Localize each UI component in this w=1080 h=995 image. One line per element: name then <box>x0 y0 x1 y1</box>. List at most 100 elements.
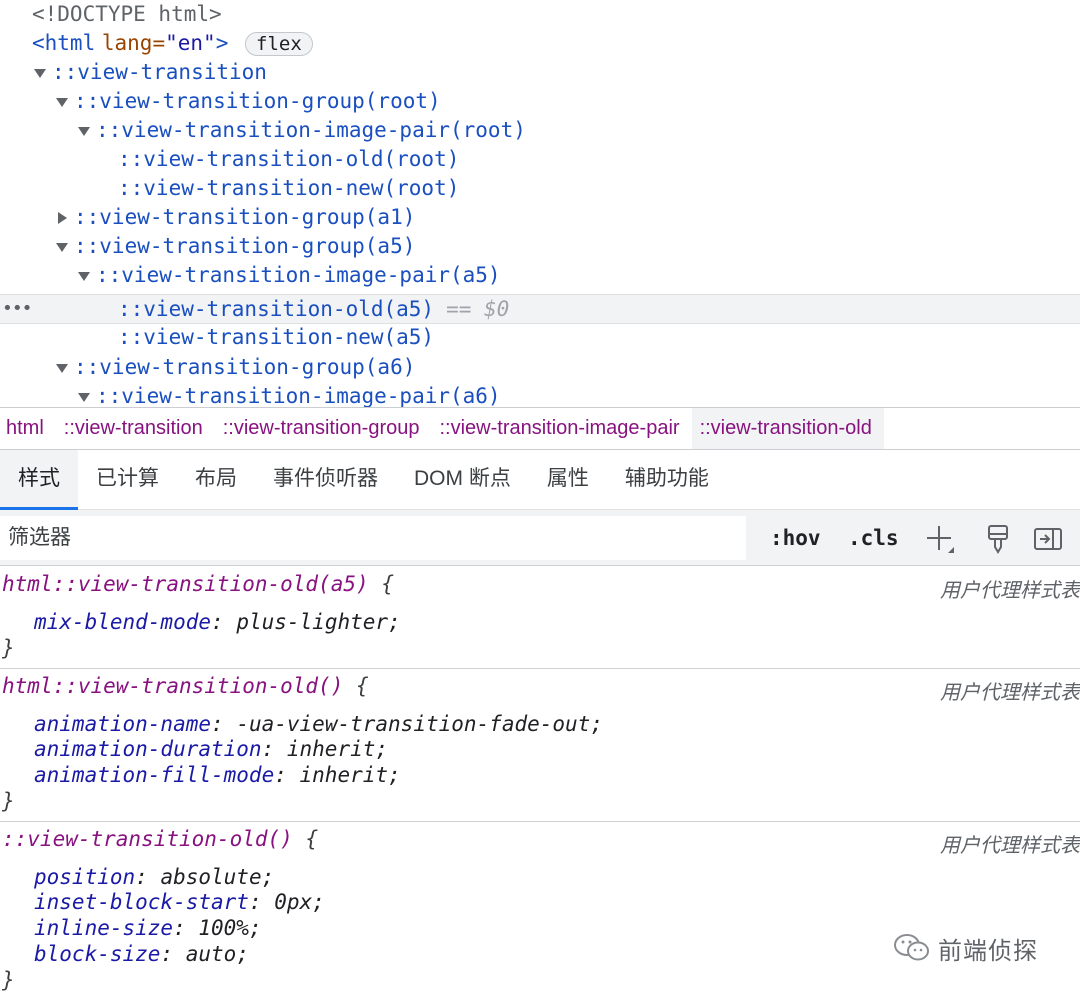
declaration-property: animation-fill-mode <box>34 763 274 787</box>
tree-node-label: ::view-transition-group(a5) <box>74 234 415 258</box>
declaration[interactable]: animation-duration: inherit; <box>34 737 388 761</box>
declaration-value: 100% <box>198 916 249 940</box>
declaration[interactable]: inline-size: 100%; <box>34 916 262 940</box>
rule-selector-text: html::view-transition-old() <box>2 674 343 698</box>
declaration-value: inherit <box>287 737 376 761</box>
rule-open-brace: { <box>305 827 318 851</box>
tree-node-label: ::view-transition-group(root) <box>74 89 441 113</box>
declaration-property: inline-size <box>34 916 173 940</box>
declaration-property: position <box>34 865 135 889</box>
watermark-text: 前端侦探 <box>938 931 1038 966</box>
watermark: 前端侦探 <box>892 928 1038 968</box>
breadcrumb-item-image-pair[interactable]: ::view-transition-image-pair <box>431 408 691 449</box>
tree-row-image-pair-a6[interactable]: ::view-transition-image-pair(a6) <box>0 382 1080 407</box>
hov-button[interactable]: :hov <box>770 510 821 566</box>
rule-selector[interactable]: html::view-transition-old() { <box>2 674 369 698</box>
rule-open-brace: { <box>356 674 369 698</box>
paint-brush-icon[interactable] <box>982 523 1014 555</box>
rule-origin: 用户代理样式表 <box>940 574 1080 603</box>
tree-row-new-root[interactable]: ::view-transition-new(root) <box>0 174 1080 203</box>
tree-row-group-a6[interactable]: ::view-transition-group(a6) <box>0 353 1080 382</box>
html-tag-open: <html <box>32 31 95 55</box>
tree-row-old-root[interactable]: ::view-transition-old(root) <box>0 145 1080 174</box>
tree-node-label: ::view-transition-image-pair(root) <box>96 118 526 142</box>
tree-row-old-a5-selected[interactable]: ••• ::view-transition-old(a5) == $0 <box>0 294 1080 324</box>
cls-button[interactable]: .cls <box>848 510 899 566</box>
lang-attr-value: "en" <box>165 31 216 55</box>
expand-triangle-icon[interactable] <box>56 98 68 107</box>
breadcrumb: html ::view-transition ::view-transition… <box>0 407 1080 450</box>
tree-node-label: ::view-transition <box>52 60 267 84</box>
collapse-triangle-icon[interactable] <box>58 212 67 224</box>
breadcrumb-item-old[interactable]: ::view-transition-old <box>692 408 884 449</box>
sidebar-tabs: 样式 已计算 布局 事件侦听器 DOM 断点 属性 辅助功能 <box>0 450 1080 510</box>
breadcrumb-item-group[interactable]: ::view-transition-group <box>215 408 432 449</box>
tree-row-image-pair-a5[interactable]: ::view-transition-image-pair(a5) <box>0 261 1080 290</box>
html-node[interactable]: <html lang="en"> flex <box>0 29 1080 58</box>
declaration-value: absolute <box>160 865 261 889</box>
declaration-property: animation-duration <box>34 737 262 761</box>
lang-attr-name: lang <box>102 31 153 55</box>
breadcrumb-item-view-transition[interactable]: ::view-transition <box>56 408 215 449</box>
rule-selector-text: html::view-transition-old(a5) <box>2 572 369 596</box>
declaration[interactable]: animation-name: -ua-view-transition-fade… <box>34 712 603 736</box>
new-rule-plus-icon[interactable] <box>924 523 956 555</box>
tree-row-group-a1[interactable]: ::view-transition-group(a1) <box>0 203 1080 232</box>
declaration[interactable]: position: absolute; <box>34 865 274 889</box>
style-rule: html::view-transition-old(a5) { 用户代理样式表 … <box>0 566 1080 669</box>
wechat-logo-icon <box>892 932 932 964</box>
tree-row-group-root[interactable]: ::view-transition-group(root) <box>0 87 1080 116</box>
rule-selector[interactable]: html::view-transition-old(a5) { <box>2 572 394 596</box>
declaration[interactable]: animation-fill-mode: inherit; <box>34 763 401 787</box>
tab-properties[interactable]: 属性 <box>529 450 607 509</box>
tab-styles[interactable]: 样式 <box>0 450 78 509</box>
tab-computed[interactable]: 已计算 <box>78 450 177 509</box>
declaration[interactable]: block-size: auto; <box>34 942 249 966</box>
html-tag-close: > <box>216 31 229 55</box>
expand-triangle-icon[interactable] <box>78 272 90 281</box>
tab-event-listeners[interactable]: 事件侦听器 <box>255 450 396 509</box>
style-rule: html::view-transition-old() { 用户代理样式表 an… <box>0 669 1080 822</box>
rule-origin: 用户代理样式表 <box>940 676 1080 705</box>
rule-close-brace: } <box>2 636 15 660</box>
tree-node-label: ::view-transition-group(a1) <box>74 205 415 229</box>
expand-triangle-icon[interactable] <box>56 364 68 373</box>
toggle-sidebar-icon[interactable] <box>1032 523 1064 555</box>
rule-selector[interactable]: ::view-transition-old() { <box>2 827 318 851</box>
tree-row-image-pair-root[interactable]: ::view-transition-image-pair(root) <box>0 116 1080 145</box>
rule-open-brace: { <box>381 572 394 596</box>
expand-triangle-icon[interactable] <box>56 243 68 252</box>
tree-node-label: ::view-transition-image-pair(a6) <box>96 384 501 407</box>
tab-layout[interactable]: 布局 <box>177 450 255 509</box>
tree-row-new-a5[interactable]: ::view-transition-new(a5) <box>0 323 1080 352</box>
declaration[interactable]: mix-blend-mode: plus-lighter; <box>34 610 401 634</box>
declaration-property: inset-block-start <box>34 890 249 914</box>
tree-node-label: ::view-transition-old(a5) <box>118 297 434 321</box>
tree-node-label: ::view-transition-new(root) <box>118 176 459 200</box>
tree-node-label: ::view-transition-group(a6) <box>74 355 415 379</box>
elements-tree: <!DOCTYPE html> <html lang="en"> flex ::… <box>0 0 1080 407</box>
doctype-text: <!DOCTYPE html> <box>32 2 222 26</box>
rule-close-brace: } <box>2 789 15 813</box>
declaration[interactable]: inset-block-start: 0px; <box>34 890 325 914</box>
tree-row-group-a5[interactable]: ::view-transition-group(a5) <box>0 232 1080 261</box>
declaration-value: -ua-view-transition-fade-out <box>236 712 590 736</box>
declaration-value: auto <box>186 942 237 966</box>
filter-input[interactable] <box>0 516 746 560</box>
flex-badge[interactable]: flex <box>245 32 313 56</box>
breadcrumb-item-html[interactable]: html <box>0 408 56 449</box>
rule-selector-text: ::view-transition-old() <box>2 827 293 851</box>
declaration-property: animation-name <box>34 712 211 736</box>
console-ref-label: == $0 <box>446 297 509 321</box>
expand-triangle-icon[interactable] <box>78 393 90 402</box>
declaration-property: mix-blend-mode <box>34 610 211 634</box>
tab-dom-breakpoints[interactable]: DOM 断点 <box>396 450 529 509</box>
expand-triangle-icon[interactable] <box>34 69 46 78</box>
row-menu-dots[interactable]: ••• <box>2 295 32 323</box>
tab-accessibility[interactable]: 辅助功能 <box>607 450 727 509</box>
declaration-value: plus-lighter <box>236 610 388 634</box>
expand-triangle-icon[interactable] <box>78 127 90 136</box>
lang-attr-eq: = <box>152 31 165 55</box>
tree-row-view-transition[interactable]: ::view-transition <box>0 58 1080 87</box>
doctype-node[interactable]: <!DOCTYPE html> <box>0 0 1080 29</box>
